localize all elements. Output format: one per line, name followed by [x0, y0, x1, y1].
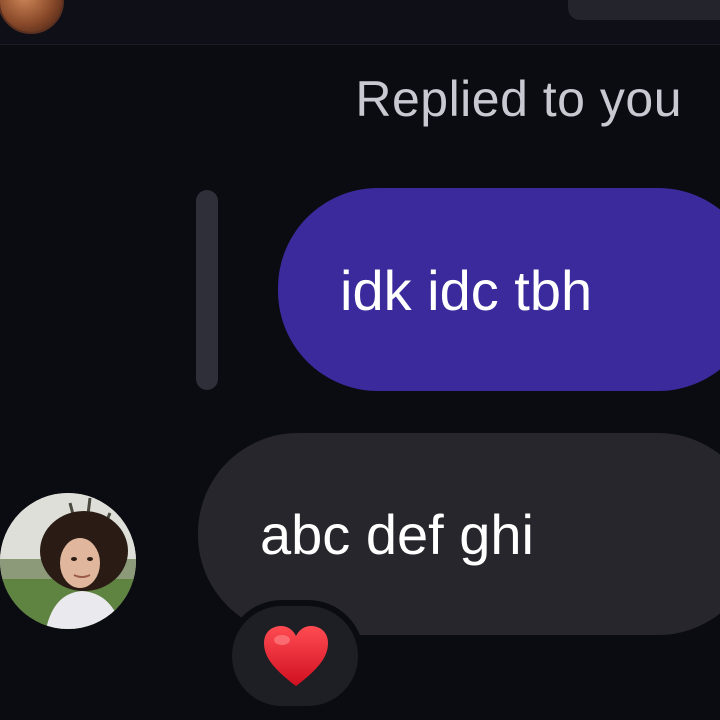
reply-indicator-bar	[196, 190, 218, 390]
chat-header	[0, 0, 720, 45]
quoted-message-text: idk idc tbh	[340, 259, 593, 322]
red-heart-icon	[264, 626, 328, 686]
replied-to-you-label: Replied to you	[355, 71, 682, 127]
header-avatar[interactable]	[0, 0, 64, 34]
sender-avatar[interactable]	[0, 493, 136, 629]
header-action-pill[interactable]	[568, 0, 720, 20]
person-photo-icon	[0, 493, 136, 629]
message-reaction[interactable]	[226, 600, 364, 712]
reply-message-text: abc def ghi	[260, 503, 534, 566]
chat-screen: Replied to you idk idc tbh abc def ghi	[0, 0, 720, 720]
